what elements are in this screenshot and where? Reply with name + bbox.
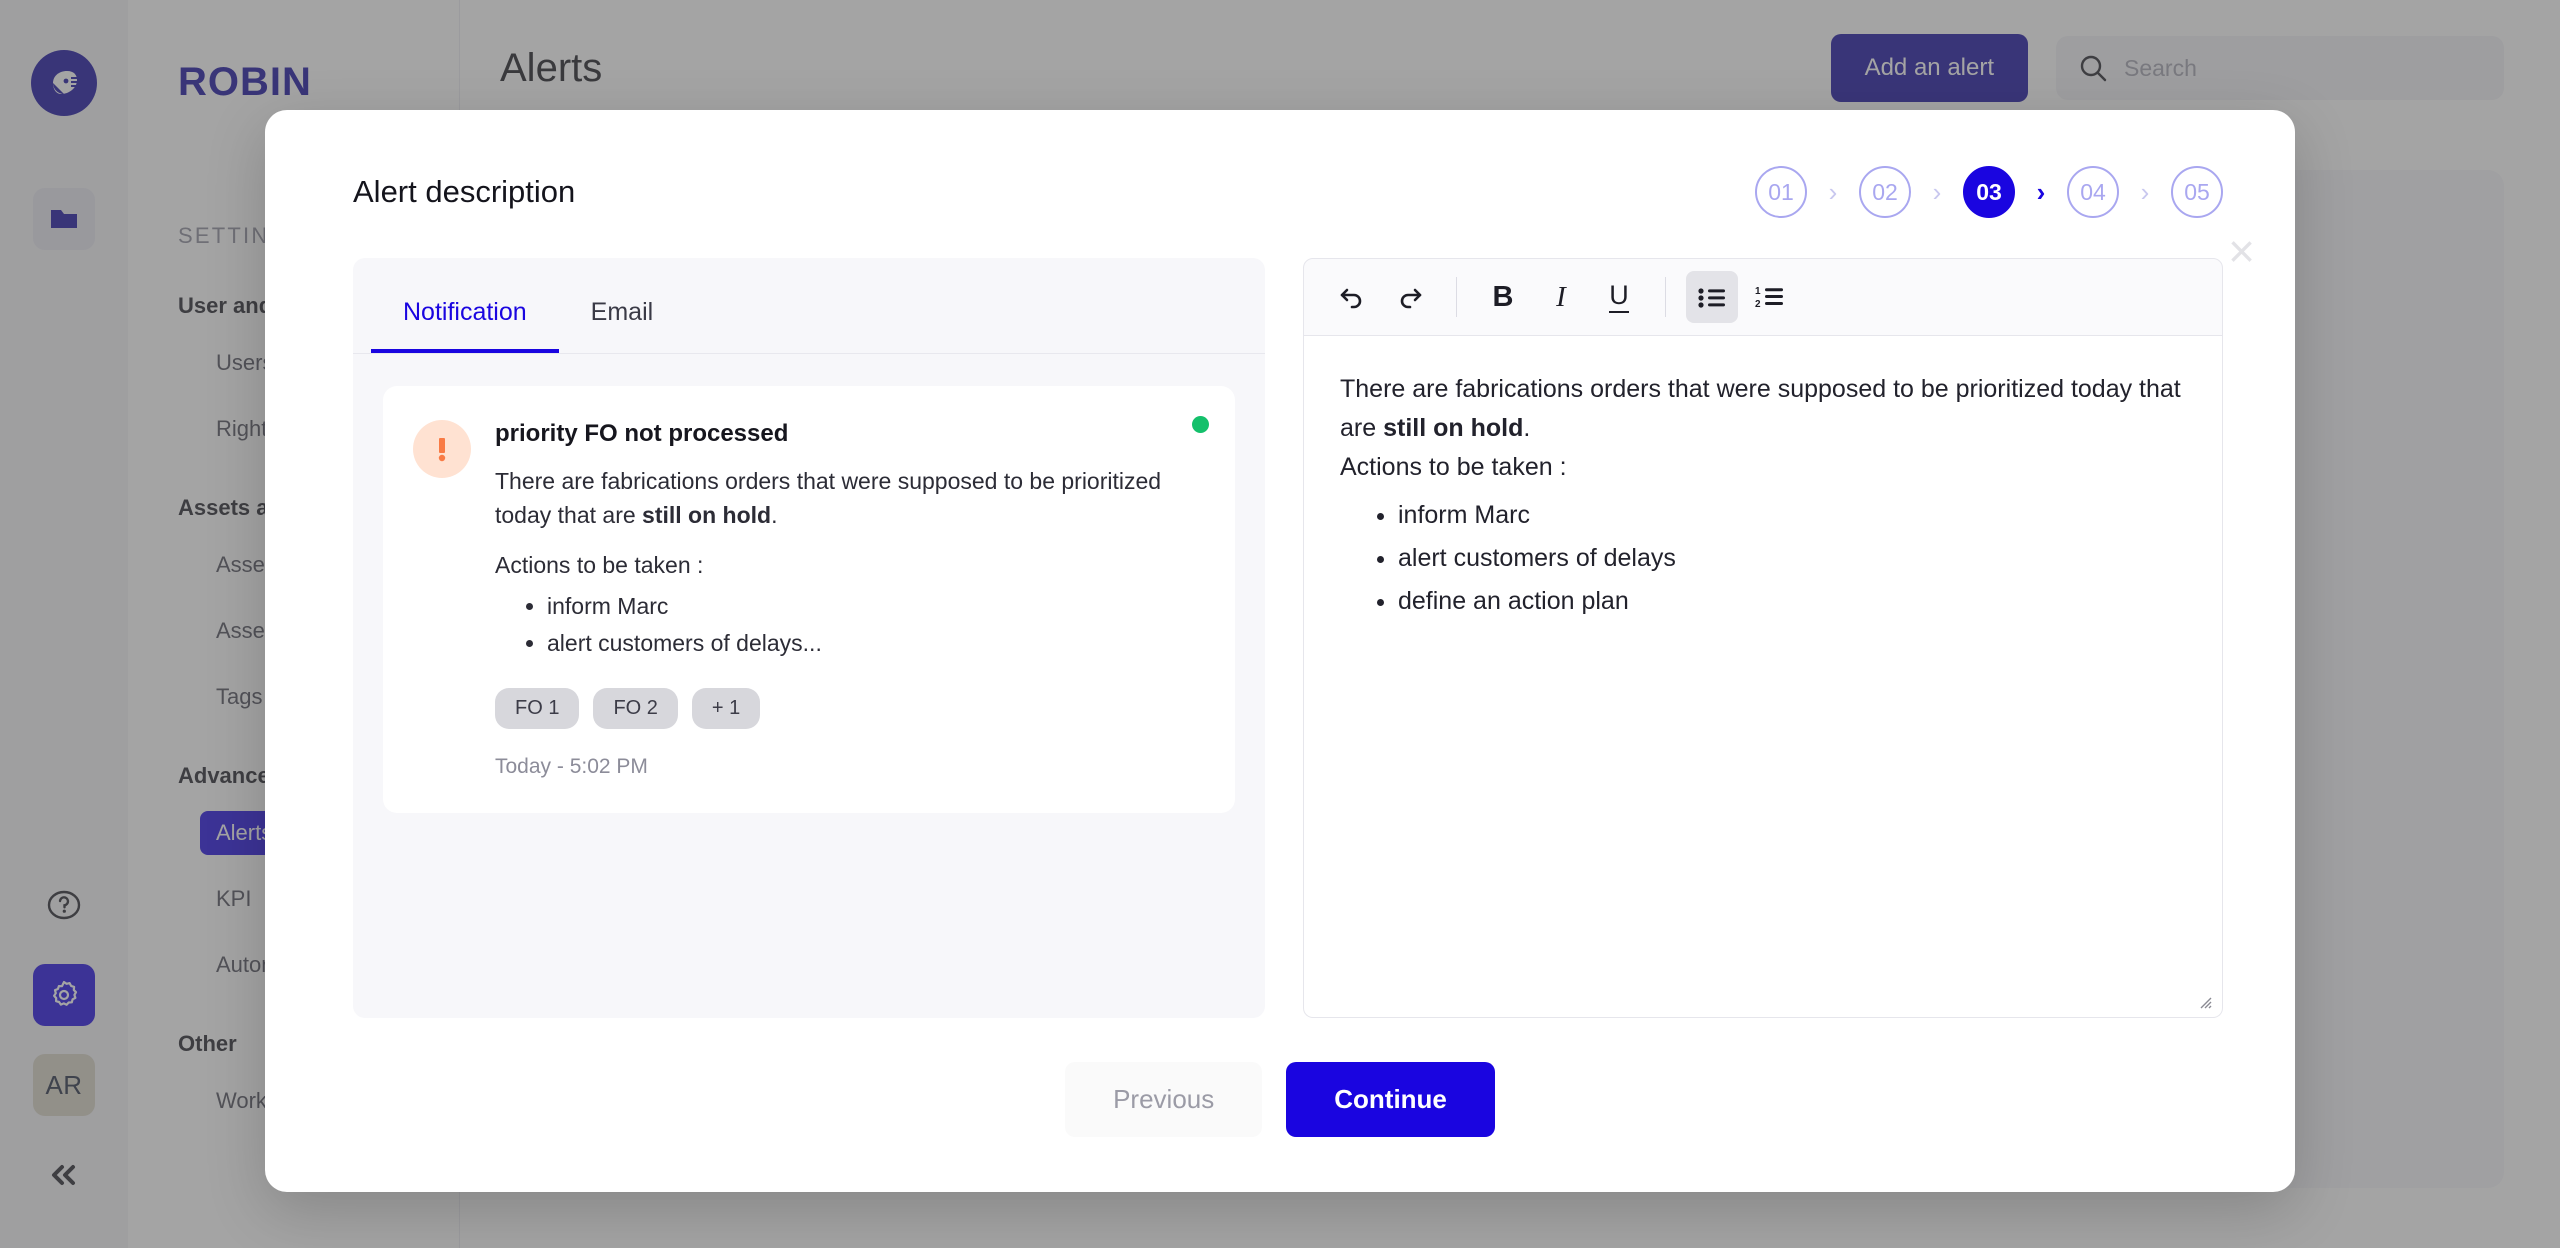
notification-actions-list: inform Marc alert customers of delays... (547, 588, 1205, 662)
rich-text-editor: B I U 1 2 There are fabrications orders … (1303, 258, 2223, 1018)
continue-button[interactable]: Continue (1286, 1062, 1495, 1137)
step-04[interactable]: 04 (2067, 166, 2119, 218)
preview-tabs: Notification Email (353, 258, 1265, 353)
numbered-list-icon[interactable]: 1 2 (1744, 271, 1796, 323)
notification-chips: FO 1 FO 2 + 1 (495, 687, 1205, 729)
editor-text-bold: still on hold (1383, 413, 1524, 442)
editor-content[interactable]: There are fabrications orders that were … (1303, 336, 2223, 1018)
notification-text-bold: still on hold (642, 502, 772, 529)
editor-actions-list: inform Marc alert customers of delays de… (1398, 494, 2186, 623)
tab-email[interactable]: Email (559, 298, 686, 353)
step-separator: › (1828, 176, 1838, 207)
alert-description-modal: Alert description 01 › 02 › 03 › 04 › 05… (265, 110, 2295, 1192)
tabs-divider (353, 353, 1265, 354)
notification-timestamp: Today - 5:02 PM (495, 754, 648, 778)
notification-text: There are fabrications orders that were … (495, 464, 1205, 532)
list-item: define an action plan (1398, 580, 2186, 623)
bold-icon[interactable]: B (1477, 271, 1529, 323)
redo-icon[interactable] (1384, 271, 1436, 323)
list-item: inform Marc (1398, 494, 2186, 537)
step-02[interactable]: 02 (1859, 166, 1911, 218)
notification-card: priority FO not processed There are fabr… (383, 386, 1235, 813)
editor-text-after: . (1523, 413, 1531, 442)
list-item: inform Marc (547, 588, 1205, 625)
step-05[interactable]: 05 (2171, 166, 2223, 218)
notification-actions-label: Actions to be taken : (495, 552, 704, 579)
svg-text:1: 1 (1755, 286, 1761, 297)
modal-footer: Previous Continue (265, 1062, 2295, 1137)
chip-more[interactable]: + 1 (691, 687, 761, 729)
close-icon[interactable]: × (2228, 228, 2255, 274)
notification-body: priority FO not processed There are fabr… (495, 420, 1205, 779)
svg-text:2: 2 (1755, 299, 1761, 309)
modal-body: Notification Email priority FO not proce… (265, 218, 2295, 1018)
list-item: alert customers of delays... (547, 625, 1205, 662)
chip-fo-2[interactable]: FO 2 (593, 687, 678, 729)
notification-preview-panel: Notification Email priority FO not proce… (353, 258, 1265, 1018)
notification-text-after: . (771, 502, 778, 529)
toolbar-divider (1665, 277, 1666, 317)
step-indicator: 01 › 02 › 03 › 04 › 05 (1755, 166, 2223, 218)
step-separator: › (2036, 176, 2046, 207)
editor-paragraph: There are fabrications orders that were … (1340, 370, 2186, 448)
previous-button[interactable]: Previous (1065, 1062, 1263, 1137)
editor-actions-label: Actions to be taken : (1340, 452, 1567, 481)
notification-title: priority FO not processed (495, 420, 789, 447)
screen: AR ROBIN SETTINGS User and rights Users … (0, 0, 2560, 1248)
modal-header: Alert description 01 › 02 › 03 › 04 › 05 (265, 110, 2295, 218)
step-separator: › (1932, 176, 1942, 207)
modal-title: Alert description (353, 174, 576, 209)
step-03[interactable]: 03 (1963, 166, 2015, 218)
list-item: alert customers of delays (1398, 537, 2186, 580)
resize-handle-icon[interactable] (2196, 993, 2212, 1009)
status-badge (1192, 416, 1209, 433)
italic-icon[interactable]: I (1535, 271, 1587, 323)
underline-icon[interactable]: U (1593, 271, 1645, 323)
notification-text-before: There are fabrications orders that were … (495, 468, 1162, 529)
alert-exclamation-icon (413, 420, 471, 478)
tab-notification[interactable]: Notification (371, 298, 559, 353)
undo-icon[interactable] (1326, 271, 1378, 323)
chip-fo-1[interactable]: FO 1 (495, 687, 580, 729)
editor-toolbar: B I U 1 2 (1303, 258, 2223, 336)
step-01[interactable]: 01 (1755, 166, 1807, 218)
step-separator: › (2140, 176, 2150, 207)
toolbar-divider (1456, 277, 1457, 317)
bullet-list-icon[interactable] (1686, 271, 1738, 323)
